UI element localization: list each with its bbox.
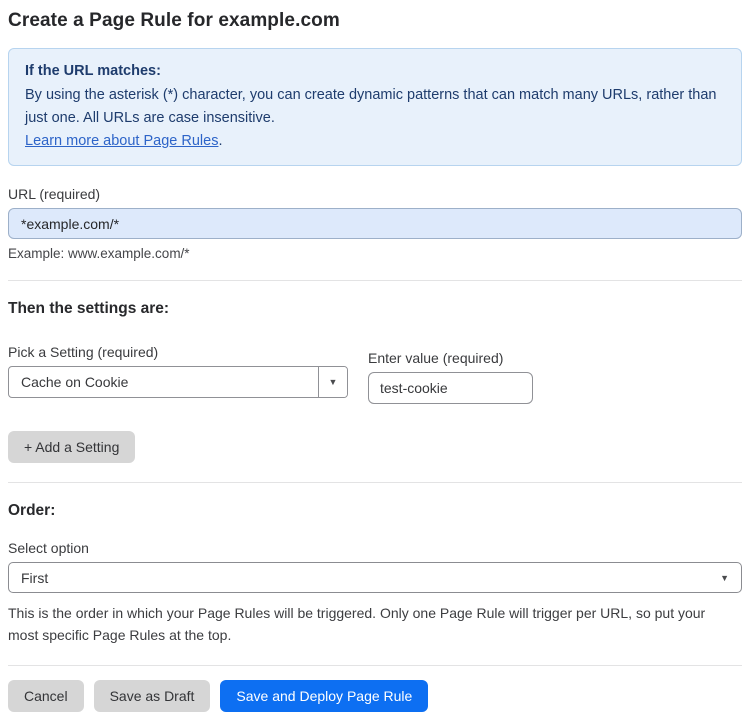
- chevron-down-icon[interactable]: ▼: [318, 367, 347, 397]
- url-input[interactable]: [8, 208, 742, 239]
- settings-section-heading: Then the settings are:: [8, 300, 170, 317]
- setting-picker-label: Pick a Setting (required): [8, 344, 159, 360]
- setting-value-label: Enter value (required): [368, 350, 504, 366]
- settings-row: Pick a Setting (required) Cache on Cooki…: [8, 344, 742, 404]
- order-select[interactable]: First ▼: [8, 562, 742, 593]
- info-box-body: By using the asterisk (*) character, you…: [25, 87, 717, 126]
- info-box-link-line: Learn more about Page Rules.: [25, 130, 725, 153]
- cancel-button[interactable]: Cancel: [8, 680, 84, 712]
- page-title: Create a Page Rule for example.com: [8, 10, 340, 31]
- link-period: .: [218, 133, 223, 149]
- setting-value-input[interactable]: [368, 372, 533, 404]
- url-match-info-box: If the URL matches: By using the asteris…: [8, 48, 742, 166]
- url-field-hint: Example: www.example.com/*: [8, 246, 190, 261]
- order-select-label: Select option: [8, 540, 89, 556]
- divider-after-order: [8, 665, 742, 666]
- footer-button-row: Cancel Save as Draft Save and Deploy Pag…: [8, 680, 742, 712]
- chevron-down-icon: ▼: [720, 572, 729, 583]
- setting-dropdown[interactable]: Cache on Cookie ▼: [8, 366, 348, 398]
- setting-picker-column: Pick a Setting (required) Cache on Cooki…: [8, 344, 348, 398]
- setting-dropdown-value: Cache on Cookie: [21, 374, 129, 390]
- divider-after-settings: [8, 482, 742, 483]
- learn-more-link[interactable]: Learn more about Page Rules: [25, 133, 218, 149]
- order-help-text: This is the order in which your Page Rul…: [8, 605, 706, 643]
- save-as-draft-button[interactable]: Save as Draft: [93, 680, 211, 712]
- order-select-value: First: [21, 569, 49, 586]
- order-section-heading: Order:: [8, 502, 56, 519]
- url-field-label: URL (required): [8, 186, 101, 202]
- save-and-deploy-button[interactable]: Save and Deploy Page Rule: [220, 680, 429, 712]
- info-box-heading: If the URL matches:: [25, 63, 161, 79]
- add-setting-button[interactable]: + Add a Setting: [8, 431, 136, 463]
- divider-after-url: [8, 280, 742, 281]
- setting-value-column: Enter value (required): [368, 350, 533, 404]
